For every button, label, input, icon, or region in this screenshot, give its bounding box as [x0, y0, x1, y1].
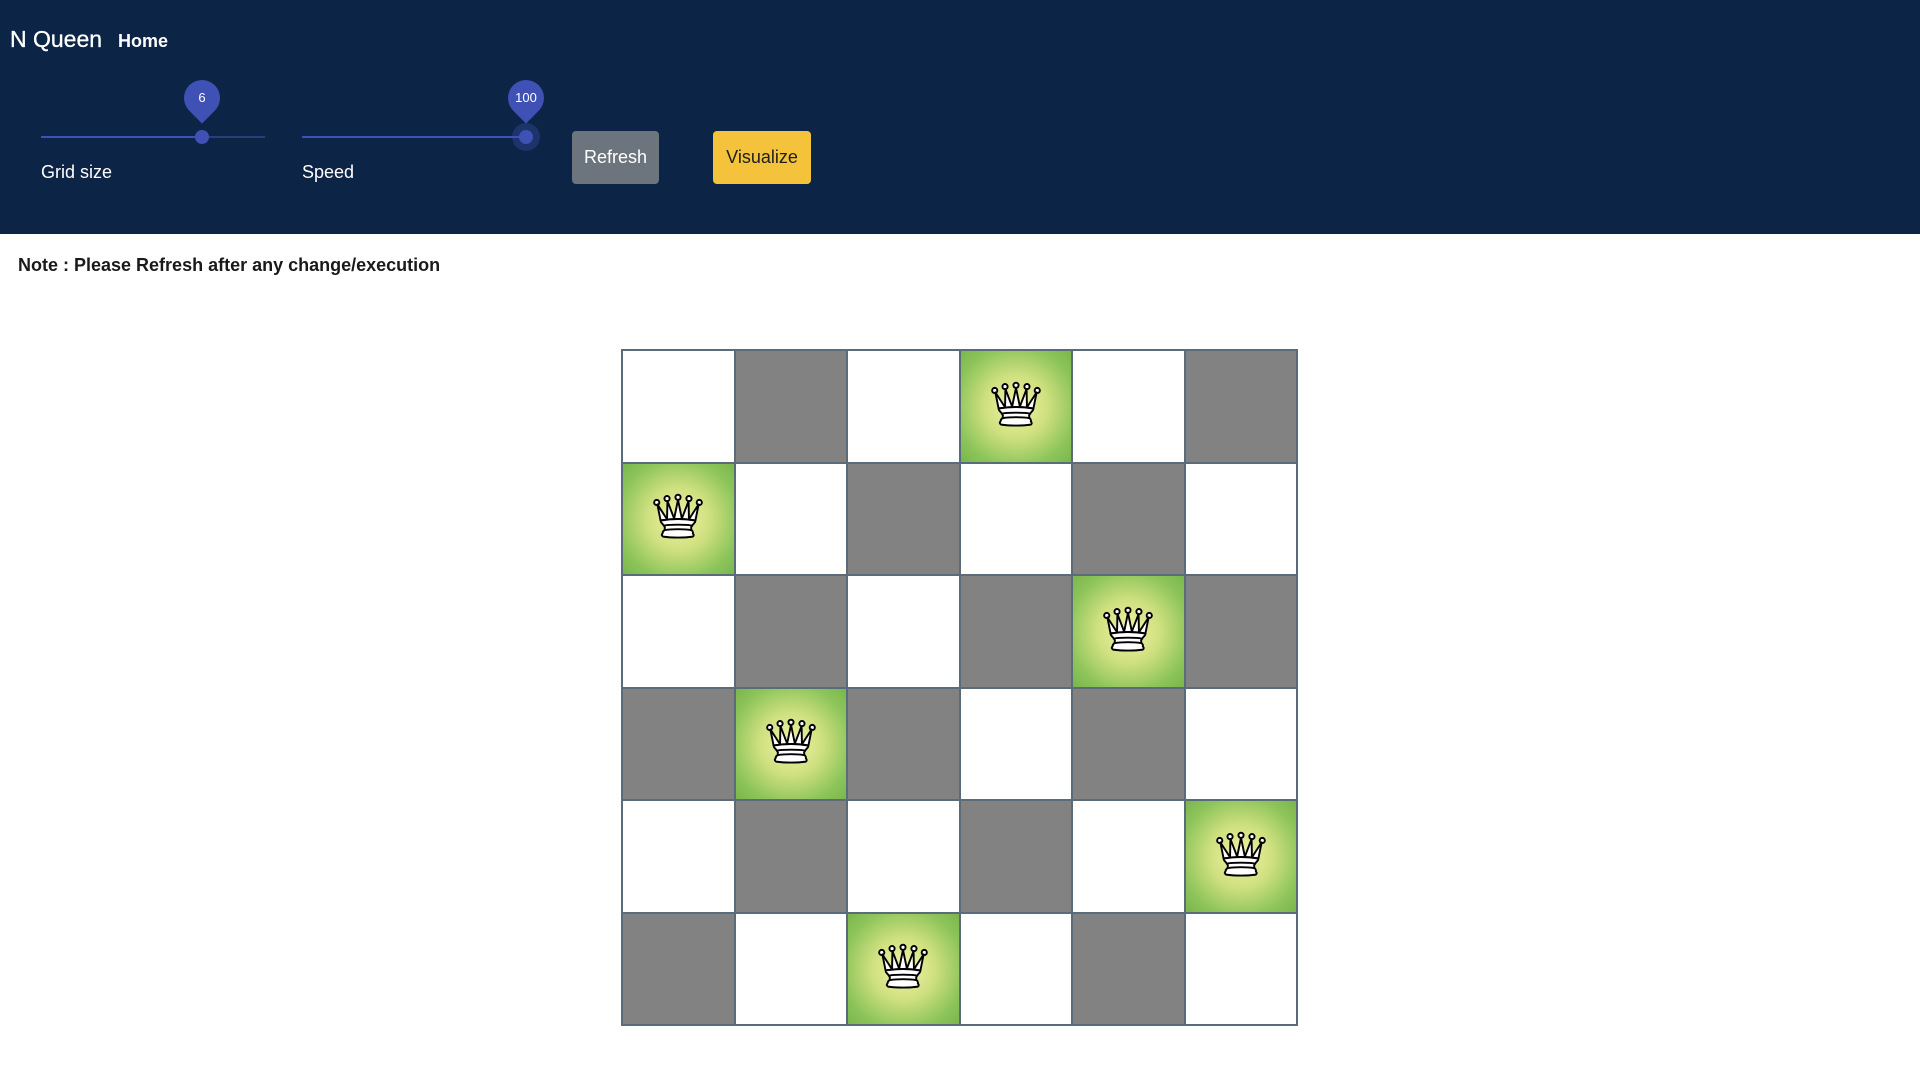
grid-size-track	[41, 136, 202, 138]
grid-size-value-bubble: 6	[176, 72, 228, 124]
board-cell	[959, 912, 1072, 1025]
board-cell-queen	[847, 912, 960, 1025]
board-cell	[1184, 912, 1297, 1025]
board-cell	[1184, 575, 1297, 688]
board-cell-queen	[959, 350, 1072, 463]
board-cell	[622, 575, 735, 688]
speed-value-bubble: 100	[500, 72, 552, 124]
board-cell	[847, 575, 960, 688]
board-cell	[959, 575, 1072, 688]
chess-queen-icon	[649, 487, 707, 550]
board-cell	[959, 800, 1072, 913]
board-cell	[622, 912, 735, 1025]
board-cell	[847, 687, 960, 800]
chess-queen-icon	[987, 375, 1045, 438]
chess-queen-icon	[1099, 600, 1157, 663]
board-cell	[1072, 350, 1185, 463]
speed-value: 100	[515, 90, 537, 105]
speed-label: Speed	[302, 162, 355, 182]
grid-size-value: 6	[198, 90, 206, 105]
board-cell	[734, 575, 847, 688]
grid-size-thumb[interactable]	[195, 130, 209, 144]
board-cell-queen	[734, 687, 847, 800]
board-cell	[734, 912, 847, 1025]
board-cell	[734, 462, 847, 575]
visualize-button[interactable]: Visualize	[713, 131, 811, 184]
board-cell	[847, 350, 960, 463]
board-cell	[1072, 800, 1185, 913]
grid-size-slider[interactable]: 6 Grid size	[41, 72, 265, 182]
board-cell	[1184, 687, 1297, 800]
board-cell	[959, 687, 1072, 800]
chess-queen-icon	[762, 712, 820, 775]
board-cell	[959, 462, 1072, 575]
chess-queen-icon	[1212, 825, 1270, 888]
board-cell	[1184, 350, 1297, 463]
board-cell	[847, 462, 960, 575]
board-cell-queen	[622, 462, 735, 575]
board-cell	[1072, 462, 1185, 575]
board-cell	[1072, 687, 1185, 800]
refresh-note: Note : Please Refresh after any change/e…	[18, 255, 441, 275]
board-cell	[622, 800, 735, 913]
board-cell	[847, 800, 960, 913]
speed-thumb[interactable]	[519, 130, 533, 144]
board-cell	[734, 350, 847, 463]
nav-home-link[interactable]: Home	[118, 31, 168, 52]
speed-slider[interactable]: 100 Speed	[302, 72, 552, 182]
chess-board	[621, 349, 1298, 1026]
board-cell	[1072, 912, 1185, 1025]
board-cell	[734, 800, 847, 913]
top-navbar: N Queen Home 6 Grid size 100 Speed Refre…	[0, 0, 1920, 234]
board-cell	[622, 350, 735, 463]
board-cell-queen	[1184, 800, 1297, 913]
board-cell-queen	[1072, 575, 1185, 688]
board-cell	[1184, 462, 1297, 575]
chess-queen-icon	[874, 937, 932, 1000]
grid-size-label: Grid size	[41, 162, 113, 182]
app-brand[interactable]: N Queen	[10, 26, 102, 53]
board-cell	[622, 687, 735, 800]
refresh-button[interactable]: Refresh	[572, 131, 659, 184]
speed-track	[302, 136, 526, 138]
